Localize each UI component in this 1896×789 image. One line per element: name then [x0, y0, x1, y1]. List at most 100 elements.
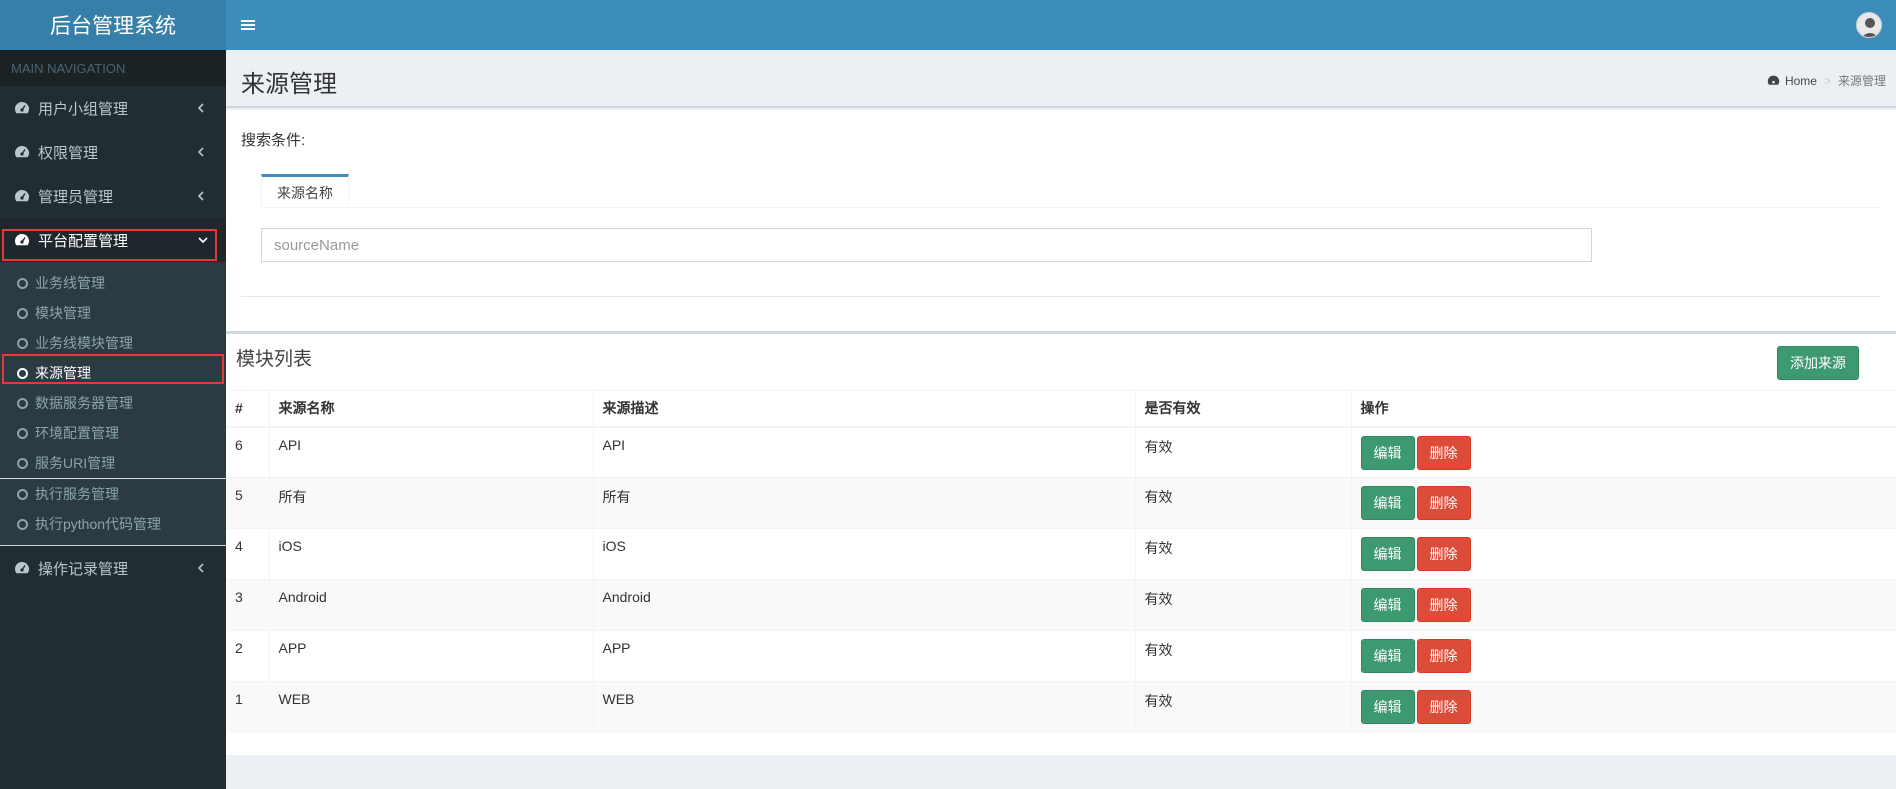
sidebar-subitem-env-config[interactable]: 环境配置管理: [0, 418, 226, 448]
table-row: 2 APP APP 有效 编辑 删除: [226, 630, 1896, 682]
menu-icon[interactable]: [240, 17, 256, 33]
chevron-left-icon: [197, 103, 204, 113]
table-row: 1 WEB WEB 有效 编辑 删除: [226, 681, 1896, 733]
edit-button[interactable]: 编辑: [1360, 435, 1415, 470]
sidebar-subitem-label: 执行服务管理: [35, 486, 119, 502]
source-table: # 来源名称 来源描述 是否有效 操作 6 API API 有效 编辑 删除 5 …: [226, 390, 1896, 733]
cell-valid: 有效: [1135, 579, 1352, 631]
dashboard-icon: [15, 562, 29, 574]
edit-button[interactable]: 编辑: [1360, 537, 1415, 571]
delete-button[interactable]: 删除: [1416, 537, 1471, 571]
sidebar-item-user-groups[interactable]: 用户小组管理: [0, 86, 226, 130]
chevron-left-icon: [197, 147, 204, 157]
sidebar-subitem-label: 环境配置管理: [35, 425, 119, 441]
cell-id: 3: [226, 579, 270, 631]
sidebar-subitem-sources[interactable]: 来源管理: [0, 358, 226, 388]
cell-valid: 有效: [1135, 426, 1352, 478]
sidebar-subitem-business-line-modules[interactable]: 业务线模块管理: [0, 328, 226, 358]
circle-icon: [17, 307, 28, 319]
cell-actions: 编辑 删除: [1351, 426, 1896, 478]
cell-actions: 编辑 删除: [1351, 579, 1896, 631]
source-name-input[interactable]: [261, 228, 1592, 262]
sidebar-item-operation-logs[interactable]: 操作记录管理: [0, 546, 226, 590]
cell-name: Android: [269, 579, 594, 631]
sidebar-subitem-data-servers[interactable]: 数据服务器管理: [0, 388, 226, 418]
sidebar-subitem-label: 业务线管理: [35, 275, 105, 291]
sidebar-item-label: 管理员管理: [38, 188, 114, 206]
submenu-platform-config: 业务线管理 模块管理 业务线模块管理 来源管理 数据服务器管理 环境配置管理 服…: [0, 262, 226, 545]
sidebar-subitem-exec-service[interactable]: 执行服务管理: [0, 479, 226, 509]
cell-actions: 编辑 删除: [1351, 528, 1896, 580]
sidebar-subitem-label: 数据服务器管理: [35, 395, 133, 411]
cell-valid: 有效: [1135, 630, 1352, 682]
cell-actions: 编辑 删除: [1351, 681, 1896, 733]
circle-icon: [17, 457, 28, 469]
edit-button[interactable]: 编辑: [1360, 690, 1415, 724]
sidebar-subitem-business-line[interactable]: 业务线管理: [0, 268, 226, 298]
tab-source-name[interactable]: 来源名称: [261, 174, 349, 209]
circle-icon: [17, 518, 28, 530]
dashboard-icon: [15, 146, 29, 158]
cell-name: WEB: [269, 681, 594, 733]
column-header-desc: 来源描述: [593, 390, 1136, 428]
cell-desc: iOS: [593, 528, 1136, 580]
delete-button[interactable]: 删除: [1416, 639, 1471, 673]
content-header: 来源管理 Home > 来源管理: [226, 50, 1896, 108]
sidebar-subitem-exec-python[interactable]: 执行python代码管理: [0, 509, 226, 539]
list-title: 模块列表: [236, 349, 313, 370]
column-header-valid: 是否有效: [1135, 390, 1352, 428]
column-header-name: 来源名称: [269, 390, 594, 428]
breadcrumb: Home > 来源管理: [1767, 72, 1886, 89]
user-avatar[interactable]: [1856, 12, 1882, 38]
circle-icon: [17, 337, 28, 349]
sidebar-item-permissions[interactable]: 权限管理: [0, 130, 226, 174]
circle-icon: [17, 367, 28, 379]
breadcrumb-home[interactable]: Home: [1785, 74, 1817, 88]
sidebar-item-label: 操作记录管理: [38, 560, 129, 578]
cell-id: 2: [226, 630, 270, 682]
sidebar-item-admins[interactable]: 管理员管理: [0, 174, 226, 218]
cell-valid: 有效: [1135, 528, 1352, 580]
cell-desc: 所有: [593, 477, 1136, 529]
sidebar-subitem-label: 模块管理: [35, 305, 91, 321]
table-row: 3 Android Android 有效 编辑 删除: [226, 579, 1896, 631]
delete-button[interactable]: 删除: [1416, 435, 1471, 470]
sidebar-item-label: 权限管理: [38, 144, 99, 162]
top-navbar: [226, 0, 1896, 50]
add-source-button[interactable]: 添加来源: [1777, 346, 1859, 380]
edit-button[interactable]: 编辑: [1360, 588, 1415, 622]
cell-name: APP: [269, 630, 594, 682]
cell-id: 5: [226, 477, 270, 529]
table-header-row: # 来源名称 来源描述 是否有效 操作: [226, 390, 1896, 428]
delete-button[interactable]: 删除: [1416, 588, 1471, 622]
delete-button[interactable]: 删除: [1416, 690, 1471, 724]
cell-actions: 编辑 删除: [1351, 477, 1896, 529]
delete-button[interactable]: 删除: [1416, 486, 1471, 520]
sidebar-subitem-modules[interactable]: 模块管理: [0, 298, 226, 328]
dashboard-icon: [15, 234, 29, 246]
cell-valid: 有效: [1135, 477, 1352, 529]
app-logo[interactable]: 后台管理系统: [0, 0, 226, 50]
edit-button[interactable]: 编辑: [1360, 639, 1415, 673]
dashboard-icon: [1767, 75, 1780, 85]
dashboard-icon: [15, 190, 29, 202]
sidebar: 后台管理系统 MAIN NAVIGATION 用户小组管理 权限管理 管理员管理…: [0, 0, 226, 789]
dashboard-icon: [15, 102, 29, 114]
module-list-panel: 模块列表 添加来源 # 来源名称 来源描述 是否有效 操作 6 API API …: [226, 331, 1896, 755]
tab-underline: [261, 207, 1881, 208]
divider: [241, 296, 1881, 297]
nav-header: MAIN NAVIGATION: [0, 50, 226, 86]
sidebar-subitem-label: 服务URI管理: [35, 455, 116, 471]
cell-desc: APP: [593, 630, 1136, 682]
cell-desc: Android: [593, 579, 1136, 631]
cell-desc: WEB: [593, 681, 1136, 733]
chevron-left-icon: [197, 191, 204, 201]
breadcrumb-current: 来源管理: [1837, 74, 1886, 88]
edit-button[interactable]: 编辑: [1360, 486, 1415, 520]
sidebar-item-label: 平台配置管理: [38, 232, 129, 250]
sidebar-item-label: 用户小组管理: [38, 100, 129, 118]
sidebar-item-platform-config[interactable]: 平台配置管理: [0, 218, 226, 262]
sidebar-subitem-service-uri[interactable]: 服务URI管理: [0, 448, 226, 478]
search-label: 搜索条件:: [241, 132, 306, 149]
cell-id: 1: [226, 681, 270, 733]
